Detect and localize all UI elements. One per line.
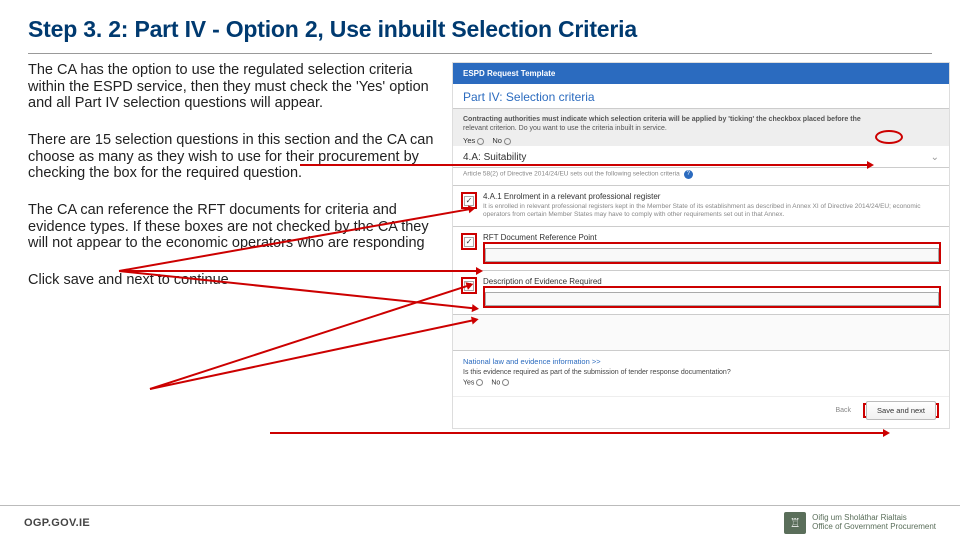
instruction-bold: Contracting authorities must indicate wh… [463,116,861,123]
para-4: Click save and next to continue [28,272,438,289]
q2-title: RFT Document Reference Point [483,233,941,242]
back-link[interactable]: Back [835,407,851,414]
rft-input-highlight [483,242,941,264]
evidence-input[interactable] [485,292,939,306]
law-block: National law and evidence information >>… [453,350,949,396]
para-3: The CA can reference the RFT documents f… [28,202,438,252]
question-4a1: ✓ 4.A.1 Enrolment in a relevant professi… [453,185,949,226]
section-4a-title: 4.A: Suitability [463,152,526,163]
chevron-down-icon: ⌄ [931,152,939,163]
question-rft-ref: ✓ RFT Document Reference Point [453,226,949,270]
no-label: No [492,136,502,145]
para-2: There are 15 selection questions in this… [28,132,438,182]
q1-title: 4.A.1 Enrolment in a relevant profession… [483,192,941,201]
q1-desc: It is enrolled in relevant professional … [483,203,941,220]
description-column: The CA has the option to use the regulat… [28,62,438,429]
checkbox-highlight-2: ✓ [461,233,477,250]
espd-banner: ESPD Request Template [453,63,949,84]
footer-logo: ♖ Oifig um Sholáthar Rialtais Office of … [784,512,936,534]
law-link[interactable]: National law and evidence information >> [463,357,939,366]
law-yes-no: Yes No [463,379,939,386]
arrow-4 [270,432,884,434]
yes-radio[interactable] [477,138,484,145]
q3-title: Description of Evidence Required [483,277,941,286]
arrow-2b [119,270,477,272]
save-next-highlight: Save and next [863,403,939,418]
info-icon[interactable]: ? [684,170,693,179]
rft-input[interactable] [485,248,939,262]
instruction-cut: relevant criterion. Do you want to use t… [463,124,939,133]
slide-title: Step 3. 2: Part IV - Option 2, Use inbui… [0,0,960,49]
arrow-1 [300,164,868,166]
part-iv-header: Part IV: Selection criteria [453,84,949,109]
para-1: The CA has the option to use the regulat… [28,62,438,112]
yes-label: Yes [463,136,475,145]
checkbox-rft[interactable]: ✓ [464,237,474,247]
logo-line-2: Office of Government Procurement [812,523,936,532]
slide-footer: OGP.GOV.IE ♖ Oifig um Sholáthar Rialtais… [0,505,960,540]
espd-panel: ESPD Request Template Part IV: Selection… [452,62,950,429]
no-radio[interactable] [504,138,511,145]
law-question: Is this evidence required as part of the… [463,369,939,376]
question-evidence-desc: ✓ Description of Evidence Required [453,270,949,314]
footer-site: OGP.GOV.IE [24,517,90,529]
instruction-body: Contracting authorities must indicate wh… [453,109,949,146]
law-yes-radio[interactable] [476,379,483,386]
law-no-radio[interactable] [502,379,509,386]
main-content: The CA has the option to use the regulat… [0,62,960,429]
title-divider [28,53,932,54]
screenshot-column: ESPD Request Template Part IV: Selection… [452,62,960,429]
harp-icon: ♖ [784,512,806,534]
section-4a-subtext: Article 58(2) of Directive 2014/24/EU se… [453,168,949,185]
yes-no-row: Yes No [463,136,939,146]
save-next-button[interactable]: Save and next [866,401,936,420]
spacer [453,314,949,350]
yes-highlight-circle [875,130,903,144]
action-row: Back Save and next [453,396,949,428]
evidence-input-highlight [483,286,941,308]
